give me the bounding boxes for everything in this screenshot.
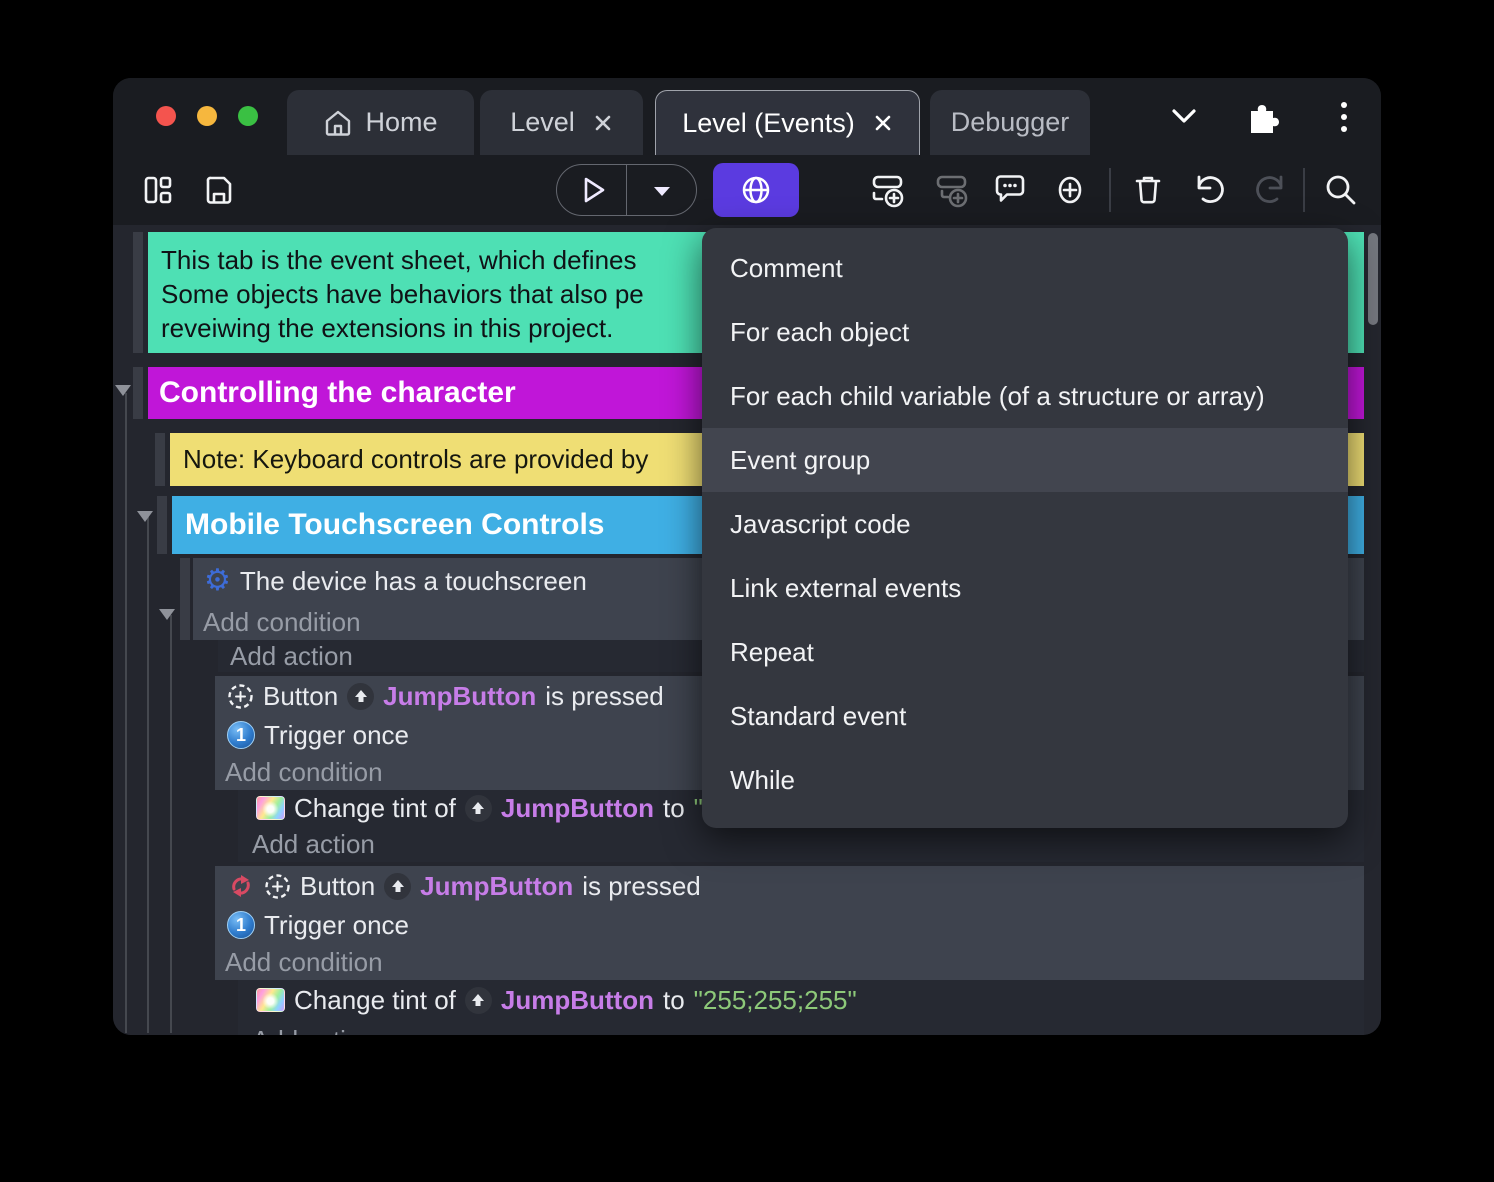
tab-label: Home xyxy=(365,107,438,137)
tint-color-icon xyxy=(256,988,285,1012)
object-name: JumpButton xyxy=(500,984,654,1015)
toolbar xyxy=(113,155,1381,225)
button-object-icon xyxy=(264,873,291,900)
add-action-button[interactable]: Add action xyxy=(238,1020,1364,1036)
jumpbutton-thumbnail-icon xyxy=(464,794,492,822)
chevron-down-icon[interactable] xyxy=(1166,102,1202,130)
button-object-icon xyxy=(227,683,254,710)
object-name: JumpButton xyxy=(383,680,537,711)
action-text: to xyxy=(662,984,685,1015)
add-event-icon[interactable] xyxy=(860,155,916,225)
condition-predicate: is pressed xyxy=(545,680,664,711)
play-preview-button[interactable] xyxy=(557,165,626,215)
drag-handle[interactable] xyxy=(180,558,190,640)
toggle-panels-icon[interactable] xyxy=(131,155,187,225)
condition-text: Trigger once xyxy=(264,719,409,750)
tab-level-events[interactable]: Level (Events) xyxy=(655,90,920,155)
jumpbutton-thumbnail-icon xyxy=(384,872,412,900)
condition-text: The device has a touchscreen xyxy=(239,565,587,596)
tab-label: Level (Events) xyxy=(682,107,855,138)
add-event-globe-button[interactable] xyxy=(713,163,799,217)
divider xyxy=(1109,168,1111,212)
object-name: JumpButton xyxy=(500,792,654,823)
condition-obj-type: Button xyxy=(300,870,376,901)
delete-trash-icon[interactable] xyxy=(1120,155,1176,225)
close-icon[interactable] xyxy=(873,113,893,133)
undo-icon[interactable] xyxy=(1181,155,1237,225)
group-title: Controlling the character xyxy=(159,376,516,409)
trigger-once-icon: 1 xyxy=(227,911,255,939)
title-bar: Home Level Level (Events) Debugger xyxy=(113,78,1381,155)
tree-guide-line xyxy=(170,615,172,1033)
drag-handle[interactable] xyxy=(157,496,167,554)
add-action-button[interactable]: Add action xyxy=(238,826,1364,862)
menu-item-for-each-child-variable[interactable]: For each child variable (of a structure … xyxy=(702,364,1348,428)
jumpbutton-thumbnail-icon xyxy=(347,682,375,710)
inverted-condition-icon xyxy=(227,872,255,900)
note-text: Note: Keyboard controls are provided by xyxy=(183,444,649,474)
condition-predicate: is pressed xyxy=(582,870,701,901)
redo-icon[interactable] xyxy=(1243,155,1299,225)
drag-handle[interactable] xyxy=(155,433,165,486)
tint-color-icon xyxy=(256,796,285,820)
object-name: JumpButton xyxy=(420,870,574,901)
tab-level[interactable]: Level xyxy=(480,90,643,155)
collapse-arrow-icon[interactable] xyxy=(115,385,131,396)
close-icon[interactable] xyxy=(593,113,613,133)
menu-item-comment[interactable]: Comment xyxy=(702,236,1348,300)
tree-guide-line xyxy=(125,393,127,1033)
save-icon[interactable] xyxy=(191,155,247,225)
preview-options-caret-icon[interactable] xyxy=(627,165,696,215)
divider xyxy=(1303,168,1305,212)
gear-icon: ⚙ xyxy=(204,564,231,597)
actions-jumpbutton-not-pressed[interactable]: Change tint of JumpButton to "255;255;25… xyxy=(238,980,1364,1035)
menu-item-while[interactable]: While xyxy=(702,748,1348,812)
menu-item-link-external-events[interactable]: Link external events xyxy=(702,556,1348,620)
add-comment-icon[interactable] xyxy=(982,155,1038,225)
close-window-button[interactable] xyxy=(156,106,176,126)
preview-button-group xyxy=(556,164,697,216)
tree-guide-line xyxy=(147,517,149,1033)
home-icon xyxy=(323,108,353,138)
group-title: Mobile Touchscreen Controls xyxy=(185,508,605,541)
action-text: Change tint of xyxy=(294,792,456,823)
tab-label: Level xyxy=(510,107,575,137)
search-icon[interactable] xyxy=(1313,155,1369,225)
more-options-kebab-icon[interactable] xyxy=(1331,98,1357,136)
tab-debugger[interactable]: Debugger xyxy=(930,90,1090,155)
minimize-window-button[interactable] xyxy=(197,106,217,126)
event-jumpbutton-not-pressed[interactable]: Button JumpButton is pressed 1 Trigger o… xyxy=(215,866,1364,980)
add-subevent-icon[interactable] xyxy=(924,155,980,225)
jumpbutton-thumbnail-icon xyxy=(464,986,492,1014)
menu-item-for-each-object[interactable]: For each object xyxy=(702,300,1348,364)
condition-text: Trigger once xyxy=(264,909,409,940)
action-text: Change tint of xyxy=(294,984,456,1015)
extensions-puzzle-icon[interactable] xyxy=(1245,98,1281,134)
menu-item-repeat[interactable]: Repeat xyxy=(702,620,1348,684)
condition-obj-type: Button xyxy=(263,680,339,711)
trigger-once-icon: 1 xyxy=(227,721,255,749)
globe-icon xyxy=(735,169,777,211)
app-window: Home Level Level (Events) Debugger This … xyxy=(113,78,1381,1035)
add-event-context-menu: Comment For each object For each child v… xyxy=(702,228,1348,828)
drag-handle[interactable] xyxy=(133,232,143,353)
add-condition-button[interactable]: Add condition xyxy=(215,944,1364,980)
circle-plus-icon[interactable] xyxy=(1042,155,1098,225)
tab-label: Debugger xyxy=(950,107,1070,137)
menu-item-event-group[interactable]: Event group xyxy=(702,428,1348,492)
vertical-scrollbar-thumb[interactable] xyxy=(1368,233,1378,325)
collapse-arrow-icon[interactable] xyxy=(159,609,175,620)
action-text: to xyxy=(662,792,685,823)
action-value: "255;255;255" xyxy=(693,984,857,1015)
zoom-window-button[interactable] xyxy=(238,106,258,126)
menu-item-standard-event[interactable]: Standard event xyxy=(702,684,1348,748)
tab-home[interactable]: Home xyxy=(287,90,474,155)
drag-handle[interactable] xyxy=(133,367,143,419)
menu-item-javascript-code[interactable]: Javascript code xyxy=(702,492,1348,556)
collapse-arrow-icon[interactable] xyxy=(137,511,153,522)
